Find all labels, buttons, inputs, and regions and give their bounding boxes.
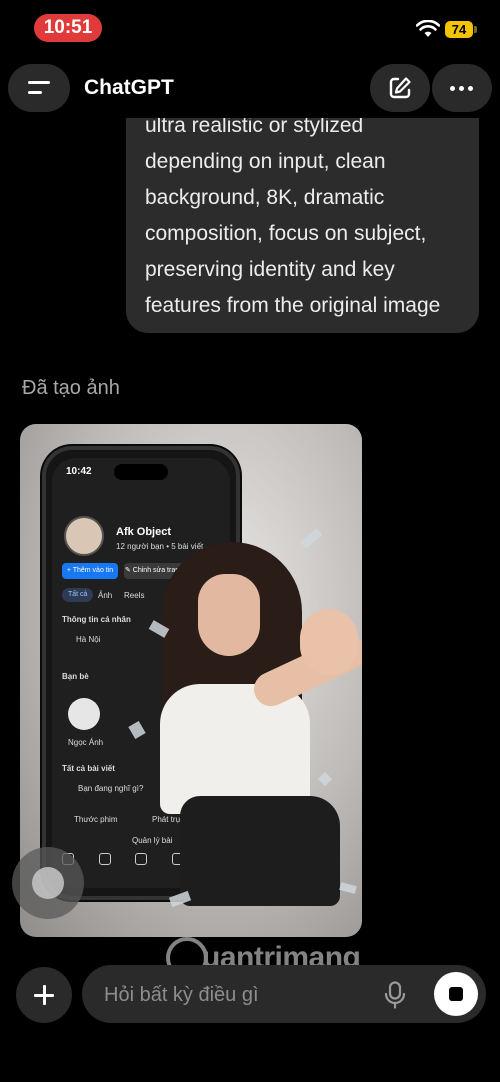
message-input[interactable] <box>102 965 376 1025</box>
glass-shard <box>317 771 333 787</box>
video-icon <box>98 853 111 865</box>
friend-name: Ngọc Ánh <box>68 738 104 747</box>
image-created-label: Đã tạo ảnh <box>22 377 120 399</box>
profile-meta: 12 người bạn • 5 bài viết <box>116 542 204 551</box>
more-dots-icon <box>450 86 455 91</box>
edit-icon <box>389 77 411 99</box>
plus-icon <box>43 985 46 1005</box>
stop-generating-button[interactable] <box>434 972 478 1016</box>
sidebar-menu-button[interactable] <box>8 64 70 112</box>
user-message-text: ultra realistic or stylized depending on… <box>145 108 475 324</box>
add-story-button: + Thêm vào tin <box>62 563 118 579</box>
tab-all: Tất cả <box>62 588 94 602</box>
new-chat-button[interactable] <box>370 64 430 112</box>
subject-face <box>198 574 260 656</box>
menu-icon <box>28 81 50 84</box>
glass-shard <box>299 527 323 550</box>
assistive-touch-button[interactable] <box>12 847 84 919</box>
message-line: features from the original image <box>145 294 441 317</box>
subject-skirt <box>180 796 340 906</box>
location-text: Hà Nội <box>76 635 101 644</box>
battery-indicator: 74 <box>445 21 473 38</box>
reels-chip: Thước phim <box>74 815 118 824</box>
profile-avatar <box>64 516 104 556</box>
profile-name: Afk Object <box>116 526 172 538</box>
friends-title: Bạn bè <box>62 672 89 681</box>
compose-hint: Bạn đang nghĩ gì? <box>78 784 144 793</box>
phone-time: 10:42 <box>66 466 92 477</box>
more-options-button[interactable] <box>432 64 492 112</box>
assistive-touch-icon <box>32 867 64 899</box>
info-title: Thông tin cá nhân <box>62 615 131 624</box>
status-time: 10:51 <box>34 14 102 42</box>
friend-avatar <box>68 698 100 730</box>
message-composer <box>82 965 486 1025</box>
wifi-icon <box>416 20 440 37</box>
message-line: preserving identity and key <box>145 258 395 281</box>
tab-photos: Ảnh <box>98 591 113 600</box>
posts-title: Tất cả bài viết <box>62 764 115 773</box>
microphone-icon[interactable] <box>384 981 406 1009</box>
subject-shirt <box>160 684 310 814</box>
more-dots-icon <box>459 86 464 91</box>
status-bar: 10:51 74 <box>0 0 500 56</box>
attach-button[interactable] <box>16 967 72 1023</box>
more-dots-icon <box>468 86 473 91</box>
message-line: composition, focus on subject, <box>145 222 427 245</box>
app-title: ChatGPT <box>84 76 174 99</box>
dynamic-island <box>114 464 168 480</box>
glass-shard <box>339 882 357 894</box>
stop-icon <box>449 987 463 1001</box>
message-line: depending on input, clean <box>145 150 386 173</box>
friends-icon <box>135 853 147 865</box>
battery-tip <box>474 26 477 33</box>
menu-icon <box>28 91 42 94</box>
message-line: background, 8K, dramatic <box>145 186 385 209</box>
tab-reels: Reels <box>124 591 145 600</box>
manage-posts: Quản lý bài <box>132 836 173 845</box>
subject-hand <box>300 609 358 675</box>
app-header: ChatGPT <box>0 64 500 116</box>
